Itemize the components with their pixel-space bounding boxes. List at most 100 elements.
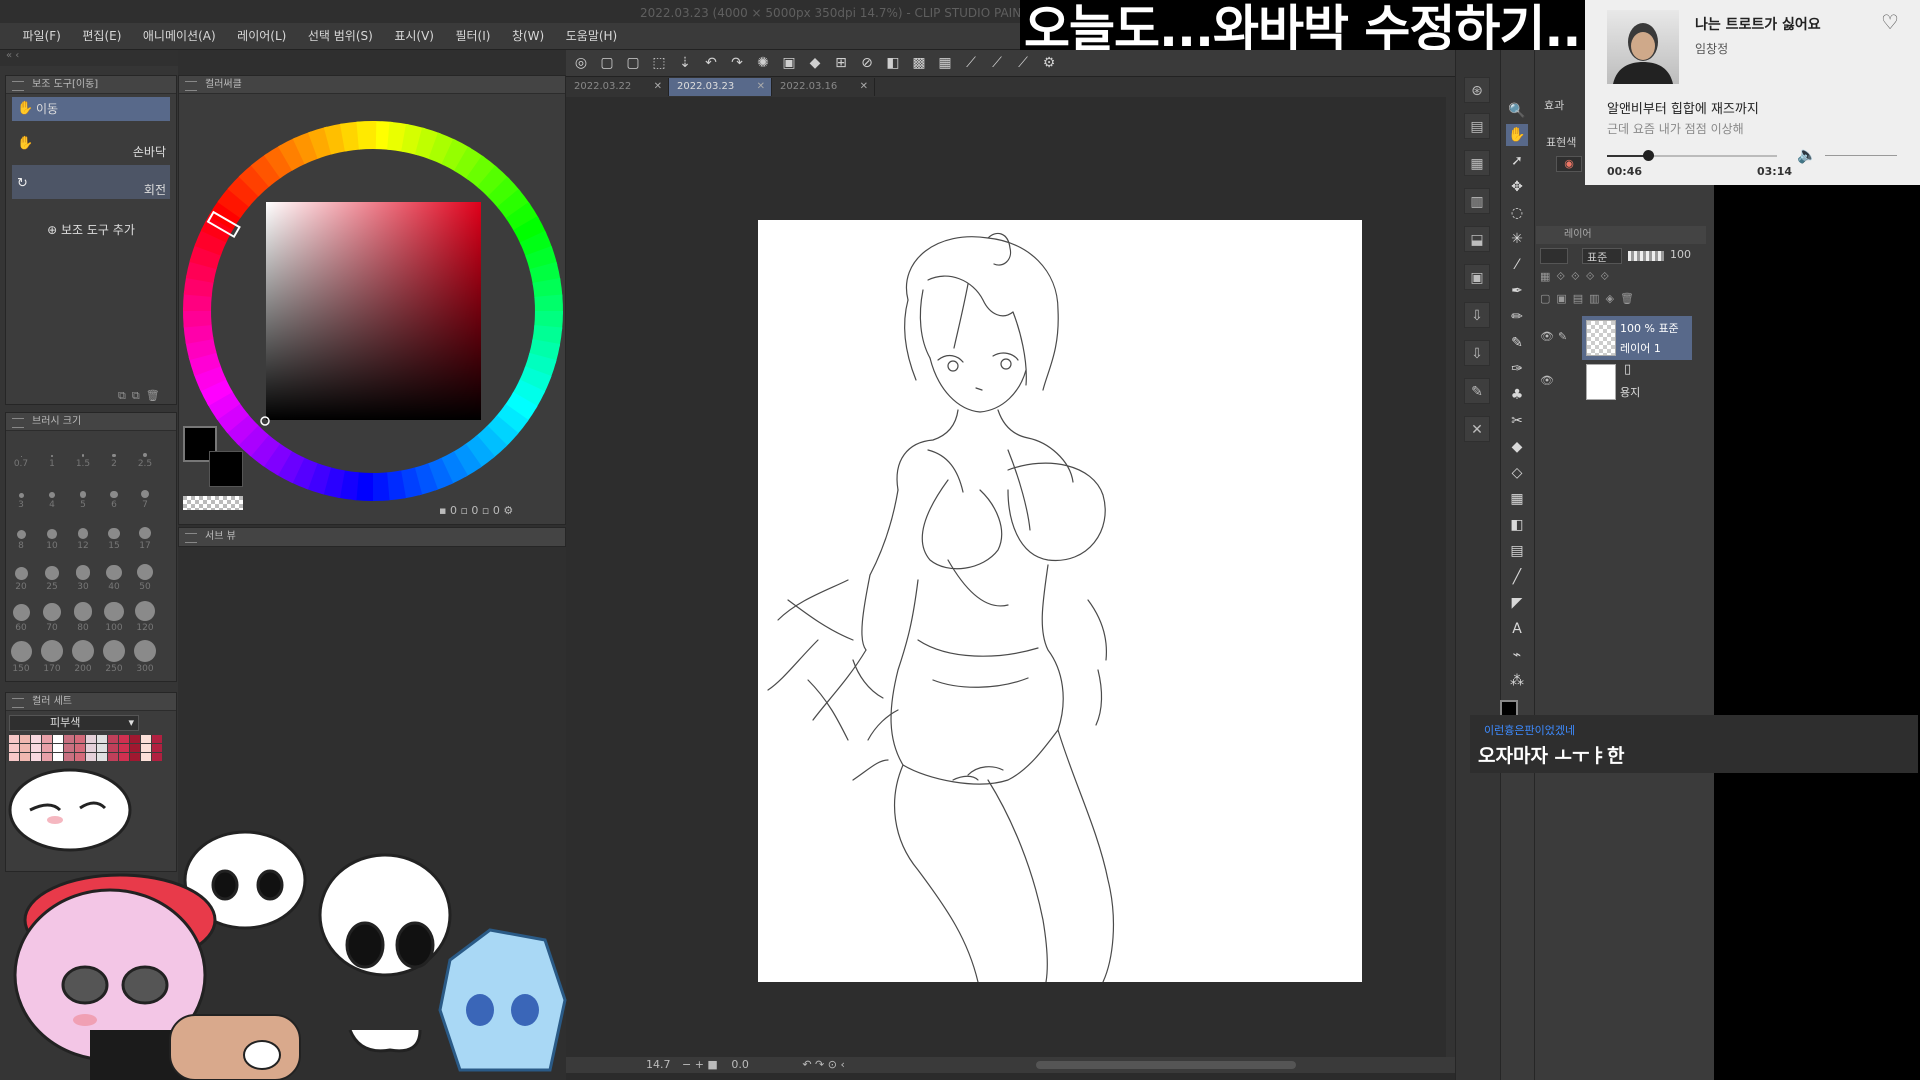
operation-tool-icon[interactable]: ➚ [1506,150,1528,172]
tab-2022-03-22[interactable]: 2022.03.22 ✕ [566,78,669,96]
brush-size-preset[interactable]: 170 [39,640,65,674]
brush-size-preset[interactable]: 150 [8,640,34,674]
auto-select-icon[interactable]: ✳ [1506,228,1528,250]
download-icon[interactable]: ⇩ [1464,302,1490,328]
redo-icon[interactable]: ↷ [726,52,748,74]
brush-size-preset[interactable]: 12 [70,517,96,551]
layer-property-icon[interactable]: ▤ [1464,113,1490,139]
brush-size-preset[interactable]: 2.5 [132,435,158,469]
menu-animation[interactable]: 애니메이션(A) [134,23,225,50]
download-icon[interactable]: ⇩ [1464,340,1490,366]
ruler-icon[interactable]: ⟋ [986,52,1008,74]
color-swatch[interactable] [141,744,151,752]
lasso-tool-icon[interactable]: ◌ [1506,202,1528,224]
collapse-bar[interactable]: « ‹ [0,50,178,66]
new-icon[interactable]: ▢ [596,52,618,74]
canvas-paper[interactable] [758,220,1362,982]
tab-2022-03-16[interactable]: 2022.03.16 ✕ [772,78,875,96]
add-subtool-button[interactable]: ⊕ 보조 도구 추가 [6,221,176,238]
color-swatch[interactable] [141,735,151,743]
subtool-rotate[interactable]: ↻ 회전 [12,165,170,199]
brush-size-preset[interactable]: 3 [8,476,34,510]
color-swatch[interactable] [108,735,118,743]
brush-size-preset[interactable]: 120 [132,599,158,633]
selection-icon[interactable]: ▦ [934,52,956,74]
menu-selection[interactable]: 선택 범위(S) [299,23,382,50]
color-swatch[interactable] [86,735,96,743]
color-swatch[interactable] [130,735,140,743]
clear-icon[interactable]: ✺ [752,52,774,74]
color-swatch[interactable] [31,744,41,752]
menu-window[interactable]: 창(W) [503,23,553,50]
open-icon[interactable]: ▢ [622,52,644,74]
blend-mode-select[interactable]: 표준 [1582,248,1622,264]
correct-line-icon[interactable]: ⁂ [1506,670,1528,692]
brush-size-preset[interactable]: 5 [70,476,96,510]
volume-icon[interactable]: 🔈 [1797,145,1817,164]
color-swatch[interactable] [97,744,107,752]
color-swatch[interactable] [20,735,30,743]
pencil-tool-icon[interactable]: ✏ [1506,306,1528,328]
eye-icon[interactable]: 👁 [1540,330,1554,343]
panel-footer-icons[interactable]: ⧉⧉🗑 [118,389,166,403]
subtool-move[interactable]: ✋ 이동 [12,97,170,121]
progress-knob[interactable] [1642,150,1654,161]
material-icon[interactable]: ⬓ [1464,226,1490,252]
brush-size-preset[interactable]: 2 [101,435,127,469]
horizontal-scrollbar[interactable] [1036,1061,1296,1069]
color-swatch[interactable] [42,744,52,752]
color-swatch[interactable] [75,744,85,752]
color-swatch[interactable] [64,735,74,743]
edit-icon[interactable]: ✎ [1464,378,1490,404]
brush-size-preset[interactable]: 250 [101,640,127,674]
close-icon[interactable]: ✕ [757,78,765,96]
ruler-icon[interactable]: ⟋ [960,52,982,74]
eraser-tool-icon[interactable]: ◇ [1506,462,1528,484]
layer-command-icons[interactable]: ▢▣▤▥◈🗑 [1540,292,1708,308]
brush-tool-icon[interactable]: ✎ [1506,332,1528,354]
zoom-buttons[interactable]: − + ■ [682,1058,718,1071]
save-icon[interactable]: ⬚ [648,52,670,74]
line-tool-icon[interactable]: ╱ [1506,566,1528,588]
opacity-value[interactable]: 100 [1670,248,1691,261]
subtool-hand[interactable]: ✋ 손바닥 [12,124,170,162]
brush-size-preset[interactable]: 50 [132,558,158,592]
move-tool-icon[interactable]: ✥ [1506,176,1528,198]
dropdown-icon[interactable]: ⇣ [674,52,696,74]
angle-value[interactable]: 0.0 [731,1058,749,1071]
color-swatch[interactable] [9,735,19,743]
brush-size-preset[interactable]: 40 [101,558,127,592]
color-swatch[interactable] [75,735,85,743]
brush-size-preset[interactable]: 25 [39,558,65,592]
color-swatch[interactable] [53,744,63,752]
close-icon[interactable]: ✕ [1464,416,1490,442]
eyedropper-icon[interactable]: ⁄ [1506,254,1528,276]
layer-row[interactable]: 👁 ✎ 100 % 표준 레이어 1 [1536,316,1714,360]
tab-2022-03-23[interactable]: 2022.03.23 ✕ [669,78,772,96]
vertical-scrollbar[interactable] [1446,97,1455,1057]
figure-tool-icon[interactable]: ◤ [1506,592,1528,614]
color-mode-icon[interactable]: ◉ [1556,156,1582,172]
pen-tool-icon[interactable]: ✒ [1506,280,1528,302]
balloon-tool-icon[interactable]: ⌁ [1506,644,1528,666]
color-swatch[interactable] [152,744,162,752]
zoom-value[interactable]: 14.7 [646,1058,671,1071]
close-icon[interactable]: ✕ [860,78,868,96]
layer-row[interactable]: 👁 ▯ 용지 [1536,362,1714,402]
brush-size-preset[interactable]: 0.7 [8,435,34,469]
opacity-slider[interactable] [1628,251,1664,261]
brush-size-preset[interactable]: 1 [39,435,65,469]
color-set-dropdown[interactable]: 피부색 ▾ [9,715,139,731]
color-picker-cursor[interactable] [260,416,270,426]
color-swatch[interactable] [31,735,41,743]
brush-size-preset[interactable]: 6 [101,476,127,510]
color-swatch[interactable] [53,735,63,743]
frame-border-icon[interactable]: ▤ [1506,540,1528,562]
menu-filter[interactable]: 필터(I) [446,23,499,50]
brush-size-preset[interactable]: 20 [8,558,34,592]
gradient-tool-icon[interactable]: ◧ [1506,514,1528,536]
brush-size-preset[interactable]: 60 [8,599,34,633]
decoration-tool-icon[interactable]: ♣ [1506,384,1528,406]
color-swatch[interactable] [119,744,129,752]
progress-track[interactable] [1607,150,1777,161]
